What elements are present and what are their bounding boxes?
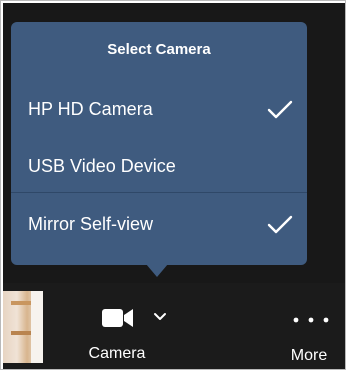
checkmark-icon (267, 215, 293, 234)
menu-item-hp-hd-camera[interactable]: HP HD Camera (11, 87, 307, 131)
chevron-down-icon[interactable] (153, 311, 167, 323)
meeting-toolbar: Camera More (3, 283, 345, 369)
app-window: Select Camera HP HD Camera USB Video Dev… (0, 0, 346, 370)
menu-item-mirror-self-view[interactable]: Mirror Self-view (11, 202, 307, 246)
more-dots-icon[interactable] (293, 317, 329, 323)
menu-title: Select Camera (107, 41, 211, 58)
menu-item-label: HP HD Camera (28, 99, 153, 119)
thumbnail-shelf (11, 301, 31, 305)
menu-item-label: Mirror Self-view (28, 214, 154, 234)
thumbnail-shelf (11, 331, 31, 335)
more-button-label[interactable]: More (281, 347, 337, 365)
thumbnail-panel (31, 291, 43, 363)
select-camera-menu: Select Camera HP HD Camera USB Video Dev… (11, 22, 307, 265)
menu-pointer-arrow (146, 264, 168, 277)
menu-item-usb-video-device[interactable]: USB Video Device (11, 144, 307, 188)
self-view-thumbnail[interactable] (3, 291, 43, 363)
camera-button-label[interactable]: Camera (73, 345, 161, 363)
menu-divider (11, 192, 307, 193)
video-camera-icon[interactable] (101, 307, 135, 329)
checkmark-icon (267, 100, 293, 119)
menu-item-label: USB Video Device (28, 156, 176, 176)
